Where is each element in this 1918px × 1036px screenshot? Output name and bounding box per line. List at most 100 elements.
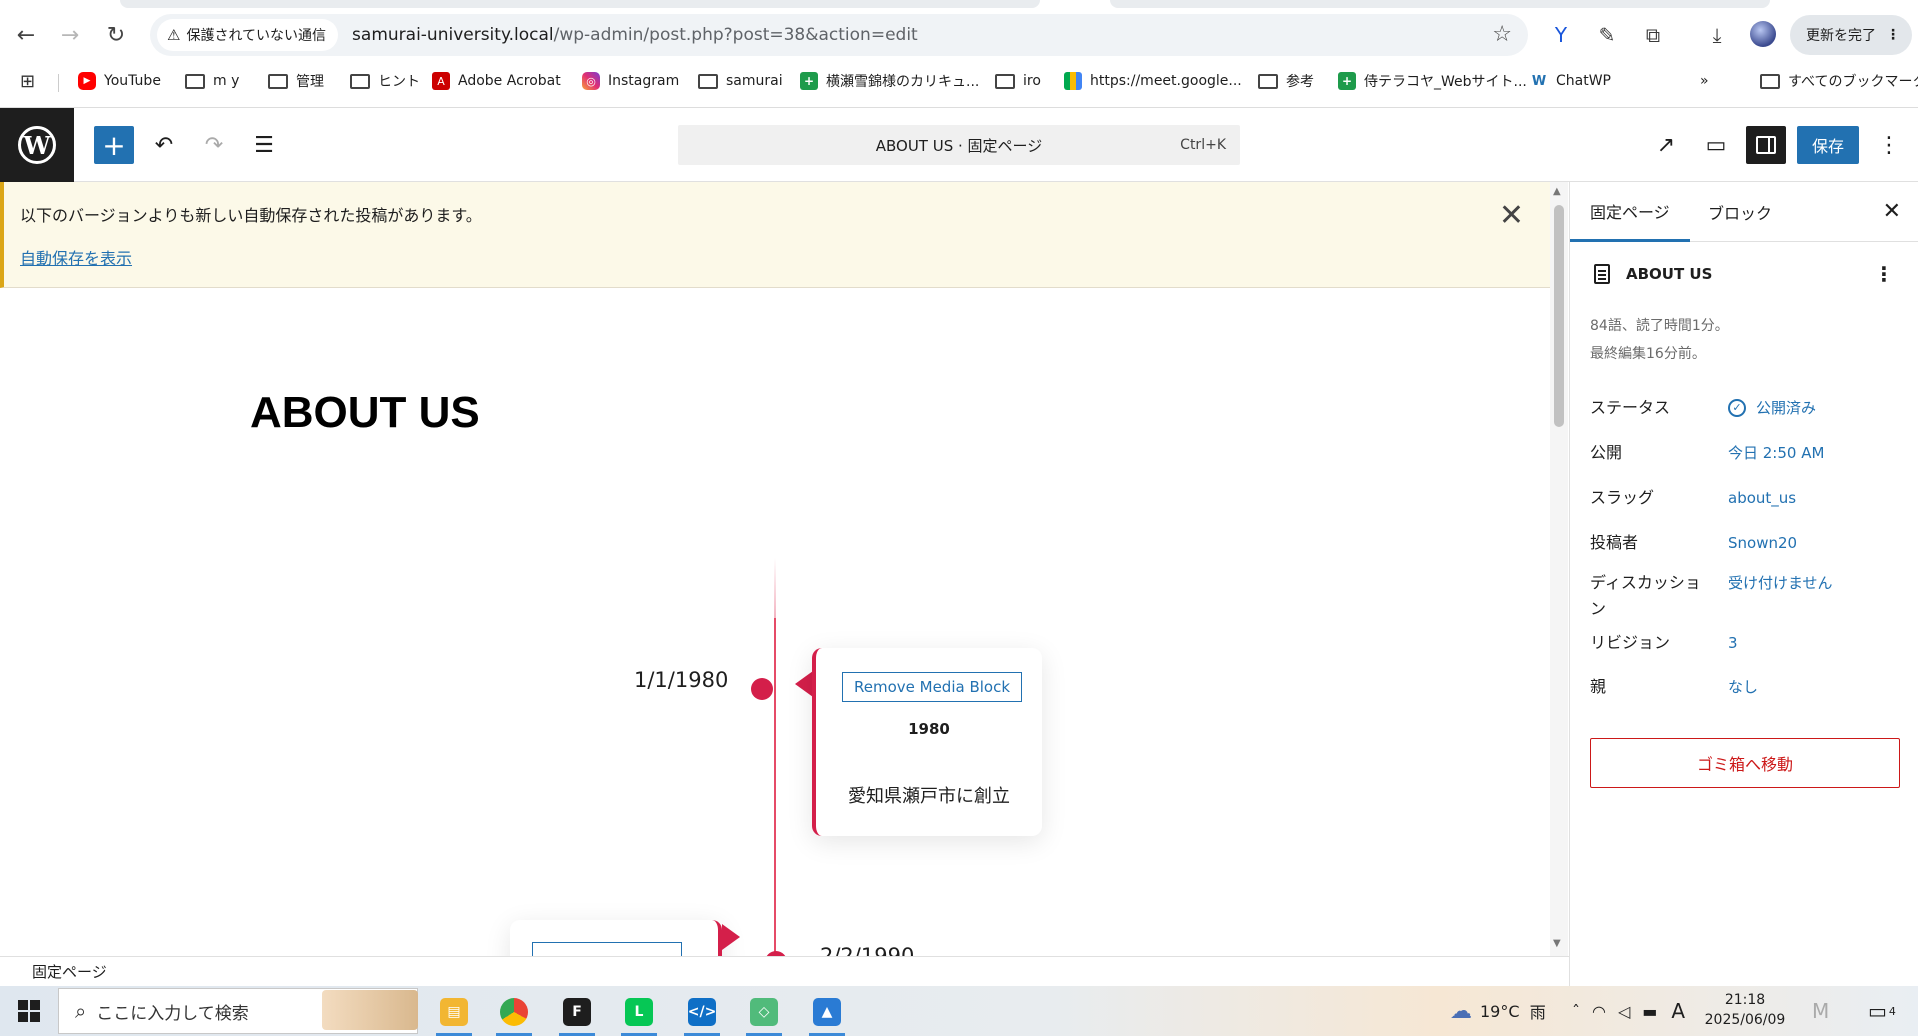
settings-sidebar: 固定ページ ブロック ✕ ABOUT US ⋮ 84語、読了時間1分。 最終編集…	[1569, 182, 1918, 986]
tray-icons[interactable]: ˆ ◠ ◁ ▬ A	[1572, 986, 1685, 1036]
wordpress-logo-icon[interactable]: W	[0, 108, 74, 182]
summary-value-button[interactable]: 3	[1728, 630, 1738, 656]
bookmark-label: Adobe Acrobat	[458, 73, 561, 89]
scroll-down-icon[interactable]: ▼	[1553, 938, 1561, 949]
bookmark-item[interactable]: 管理	[268, 66, 324, 96]
scroll-up-icon[interactable]: ▲	[1553, 186, 1561, 197]
notification-count: 4	[1888, 1004, 1896, 1018]
timeline-text[interactable]: 愛知県瀬戸市に創立	[816, 782, 1042, 808]
bookmarks-overflow-icon[interactable]: »	[1700, 66, 1709, 96]
all-bookmarks[interactable]: すべてのブックマーク	[1760, 66, 1918, 96]
summary-key: 投稿者	[1590, 533, 1639, 552]
more-options-icon[interactable]: ⋮	[1874, 262, 1894, 286]
bookmark-item[interactable]: m y	[185, 66, 239, 96]
breadcrumb-item[interactable]: 固定ページ	[32, 961, 107, 982]
bookmark-item[interactable]: samurai	[698, 66, 783, 96]
vscode-icon[interactable]: </>	[678, 992, 726, 1036]
profile-avatar[interactable]	[1750, 21, 1776, 47]
address-bar[interactable]: ⚠ 保護されていない通信 samurai-university.local/wp…	[150, 14, 1528, 56]
timeline-line-fade	[774, 558, 776, 618]
weather-widget[interactable]: ☁ 19°C 雨	[1450, 986, 1546, 1036]
apps-grid-icon[interactable]: ⊞	[20, 71, 35, 92]
bookmark-item[interactable]: + 侍テラコヤ_Webサイト...	[1338, 66, 1527, 96]
timeline-card[interactable]: Remove Media Block 1980 愛知県瀬戸市に創立	[812, 648, 1042, 836]
url-host: samurai-university.local	[352, 25, 554, 45]
view-autosave-link[interactable]: 自動保存を表示	[20, 245, 132, 269]
editor-canvas[interactable]: ABOUT US 1/1/1980 Remove Media Block 198…	[0, 288, 1550, 956]
command-bar-title: ABOUT US · 固定ページ	[875, 136, 1043, 155]
update-button[interactable]: 更新を完了 ⋮	[1790, 15, 1912, 55]
summary-value-button[interactable]: なし	[1728, 674, 1758, 700]
bookmark-item[interactable]: ヒント	[350, 66, 420, 96]
timeline-year[interactable]: 1980	[816, 720, 1042, 738]
bookmark-item[interactable]: A Adobe Acrobat	[432, 66, 561, 96]
local-wp-icon[interactable]: ◇	[740, 992, 788, 1036]
page-title[interactable]: ABOUT US	[250, 388, 480, 438]
volume-icon[interactable]: ◁	[1618, 1002, 1630, 1021]
command-palette-bar[interactable]: ABOUT US · 固定ページ Ctrl+K	[678, 125, 1240, 165]
back-icon[interactable]: ←	[8, 17, 44, 53]
bookmark-item[interactable]: W ChatWP	[1530, 66, 1611, 96]
summary-value-button[interactable]: 今日 2:50 AM	[1728, 440, 1824, 466]
media-block-button-partial[interactable]	[532, 942, 682, 956]
url-path: /wp-admin/post.php?post=38&action=edit	[553, 25, 918, 45]
url-text[interactable]: samurai-university.local/wp-admin/post.p…	[352, 25, 918, 45]
extensions-puzzle-icon[interactable]: ⧉	[1636, 18, 1670, 52]
tab-block[interactable]: ブロック	[1688, 182, 1792, 242]
document-meta: 84語、読了時間1分。 最終編集16分前。	[1590, 312, 1729, 368]
photos-icon[interactable]: ▲	[803, 992, 851, 1036]
view-page-icon[interactable]: ↗	[1647, 126, 1685, 164]
ime-indicator[interactable]: A	[1671, 999, 1685, 1023]
browser-chrome: ← → ↻ ⚠ 保護されていない通信 samurai-university.lo…	[0, 0, 1918, 107]
bookmark-item[interactable]: 参考	[1258, 66, 1314, 96]
eyedropper-icon[interactable]: ✎	[1590, 18, 1624, 52]
block-inserter-button[interactable]: +	[94, 126, 134, 164]
line-icon[interactable]: L	[615, 992, 663, 1036]
folder-icon	[268, 73, 288, 89]
timeline-date: 2/2/1990	[820, 944, 915, 956]
remove-media-block-button[interactable]: Remove Media Block	[842, 672, 1022, 702]
bookmark-item[interactable]: iro	[995, 66, 1041, 96]
bookmark-item[interactable]: + 横瀬雪錦様のカリキュ...	[800, 66, 979, 96]
sidebar-tabs: 固定ページ ブロック ✕	[1570, 182, 1918, 242]
show-hidden-icon[interactable]: ˆ	[1572, 1002, 1580, 1021]
document-overview-icon[interactable]: ☰	[245, 126, 283, 164]
summary-value-button[interactable]: ✓ 公開済み	[1728, 395, 1816, 421]
windows-start-icon[interactable]	[18, 1000, 40, 1022]
settings-sidebar-toggle[interactable]	[1746, 126, 1786, 164]
all-bookmarks-label: すべてのブックマーク	[1788, 74, 1918, 90]
clock-date: 2025/06/09	[1704, 1012, 1786, 1028]
clock[interactable]: 21:18 2025/06/09	[1700, 990, 1790, 1030]
redo-icon[interactable]: ↷	[195, 126, 233, 164]
scrollbar-thumb[interactable]	[1554, 205, 1564, 427]
extension-y-icon[interactable]: Y	[1544, 18, 1578, 52]
undo-icon[interactable]: ↶	[145, 126, 183, 164]
notification-icon[interactable]: ▭ 4	[1868, 986, 1896, 1036]
summary-value-button[interactable]: about_us	[1728, 485, 1796, 511]
wifi-icon[interactable]: ◠	[1592, 1002, 1606, 1021]
timeline-card[interactable]	[510, 920, 722, 956]
figma-icon[interactable]: F	[553, 992, 601, 1036]
close-icon[interactable]: ✕	[1499, 198, 1524, 233]
forward-icon[interactable]: →	[52, 17, 88, 53]
save-button[interactable]: 保存	[1797, 126, 1859, 164]
download-icon[interactable]: ⤓	[1700, 18, 1734, 52]
tab-page[interactable]: 固定ページ	[1570, 182, 1690, 242]
mi-icon[interactable]: M	[1812, 986, 1829, 1036]
security-chip[interactable]: ⚠ 保護されていない通信	[157, 19, 339, 51]
move-to-trash-button[interactable]: ゴミ箱へ移動	[1590, 738, 1900, 788]
summary-key: ステータス	[1590, 398, 1671, 417]
bookmark-item[interactable]: https://meet.google...	[1064, 66, 1242, 96]
bookmark-item[interactable]: ▶ YouTube	[78, 66, 161, 96]
battery-icon[interactable]: ▬	[1642, 1002, 1657, 1021]
file-explorer-icon[interactable]: ▤	[430, 992, 478, 1036]
bookmark-star-icon[interactable]: ☆	[1492, 22, 1512, 47]
chrome-icon[interactable]	[490, 992, 538, 1036]
close-icon[interactable]: ✕	[1883, 199, 1901, 224]
preview-device-icon[interactable]: ▭	[1697, 126, 1735, 164]
bookmark-item[interactable]: ◎ Instagram	[582, 66, 679, 96]
options-menu-icon[interactable]: ⋮	[1870, 126, 1908, 164]
summary-value-button[interactable]: Snown20	[1728, 530, 1797, 556]
summary-value-button[interactable]: 受け付けません	[1728, 570, 1833, 596]
reload-icon[interactable]: ↻	[98, 17, 134, 53]
